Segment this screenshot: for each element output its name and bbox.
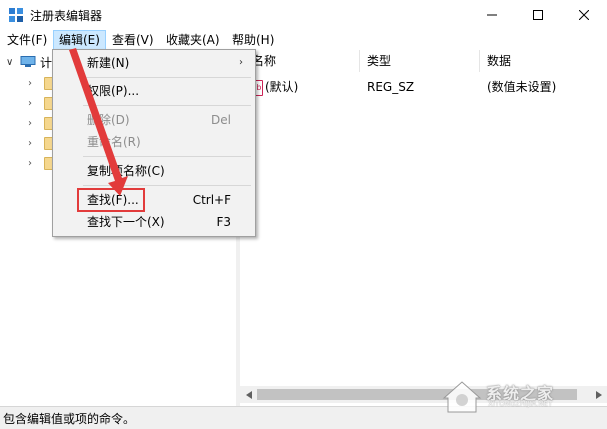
menu-item-shortcut: F3 bbox=[216, 215, 231, 229]
collapse-icon[interactable]: ∨ bbox=[6, 57, 16, 68]
maximize-icon bbox=[533, 10, 543, 20]
expand-icon[interactable]: › bbox=[28, 78, 36, 89]
menu-separator bbox=[83, 156, 251, 157]
expand-icon[interactable]: › bbox=[28, 98, 36, 109]
minimize-button[interactable] bbox=[469, 0, 515, 30]
menu-favorites[interactable]: 收藏夹(A) bbox=[161, 31, 225, 49]
title-bar: 注册表编辑器 bbox=[0, 0, 607, 30]
value-data: (数值未设置) bbox=[487, 80, 557, 94]
menu-separator bbox=[83, 77, 251, 78]
column-separator[interactable] bbox=[359, 50, 360, 72]
value-name: (默认) bbox=[265, 80, 299, 94]
menu-item-shortcut: Ctrl+F bbox=[192, 193, 231, 207]
menu-item-label: 新建(N) bbox=[87, 56, 130, 70]
menu-separator bbox=[83, 105, 251, 106]
column-separator[interactable] bbox=[479, 50, 480, 72]
menu-help[interactable]: 帮助(H) bbox=[227, 31, 279, 49]
menu-item-new[interactable]: 新建(N) › bbox=[55, 52, 253, 74]
menu-separator bbox=[83, 185, 251, 186]
watermark-url: XITONGZHIJIA.NET bbox=[488, 400, 553, 408]
watermark: 系统之家 XITONGZHIJIA.NET bbox=[440, 376, 605, 416]
minimize-icon bbox=[487, 14, 497, 16]
value-type: REG_SZ bbox=[367, 80, 415, 94]
menu-item-label: 删除(D) bbox=[87, 113, 130, 127]
window-title: 注册表编辑器 bbox=[30, 9, 103, 23]
tree-root-label: 计 bbox=[40, 55, 53, 70]
close-button[interactable] bbox=[561, 0, 607, 30]
expand-icon[interactable]: › bbox=[28, 138, 36, 149]
menu-view[interactable]: 查看(V) bbox=[107, 31, 159, 49]
values-pane[interactable]: 名称 类型 数据 ab (默认) REG_SZ (数值未设置) bbox=[240, 50, 607, 406]
scroll-left-button[interactable] bbox=[240, 386, 257, 403]
find-highlight-box bbox=[77, 188, 145, 212]
menu-bar: 文件(F) 编辑(E) 查看(V) 收藏夹(A) 帮助(H) bbox=[0, 30, 607, 50]
menu-item-rename[interactable]: 重命名(R) bbox=[55, 131, 253, 153]
menu-item-label: 查找下一个(X) bbox=[87, 215, 165, 229]
menu-file[interactable]: 文件(F) bbox=[2, 31, 52, 49]
close-icon bbox=[579, 10, 589, 20]
expand-icon[interactable]: › bbox=[28, 158, 36, 169]
menu-item-label: 复制项名称(C) bbox=[87, 164, 165, 178]
status-text: 包含编辑值或项的命令。 bbox=[3, 412, 136, 426]
maximize-button[interactable] bbox=[515, 0, 561, 30]
registry-editor-icon bbox=[9, 8, 23, 22]
menu-edit[interactable]: 编辑(E) bbox=[53, 30, 106, 50]
watermark-logo-icon bbox=[442, 381, 482, 413]
submenu-arrow-icon: › bbox=[239, 57, 243, 68]
tree-root-computer[interactable]: ∨ 计 bbox=[6, 54, 52, 70]
menu-item-permissions[interactable]: 权限(P)... bbox=[55, 80, 253, 102]
menu-item-label: 权限(P)... bbox=[87, 84, 140, 98]
menu-item-delete[interactable]: 删除(D) Del bbox=[55, 109, 253, 131]
expand-icon[interactable]: › bbox=[28, 118, 36, 129]
menu-item-copy-key-name[interactable]: 复制项名称(C) bbox=[55, 160, 253, 182]
computer-icon bbox=[20, 56, 36, 67]
registry-editor-window: 注册表编辑器 文件(F) 编辑(E) 查看(V) 收藏夹(A) 帮助(H) ∨ … bbox=[0, 0, 607, 429]
scroll-left-icon bbox=[245, 390, 252, 399]
column-header-type[interactable]: 类型 bbox=[367, 50, 391, 72]
value-row-name[interactable]: ab (默认) bbox=[250, 78, 298, 96]
menu-item-shortcut: Del bbox=[211, 113, 231, 127]
menu-item-label: 重命名(R) bbox=[87, 135, 141, 149]
column-header-data[interactable]: 数据 bbox=[487, 50, 511, 72]
menu-item-find-next[interactable]: 查找下一个(X) F3 bbox=[55, 211, 253, 233]
